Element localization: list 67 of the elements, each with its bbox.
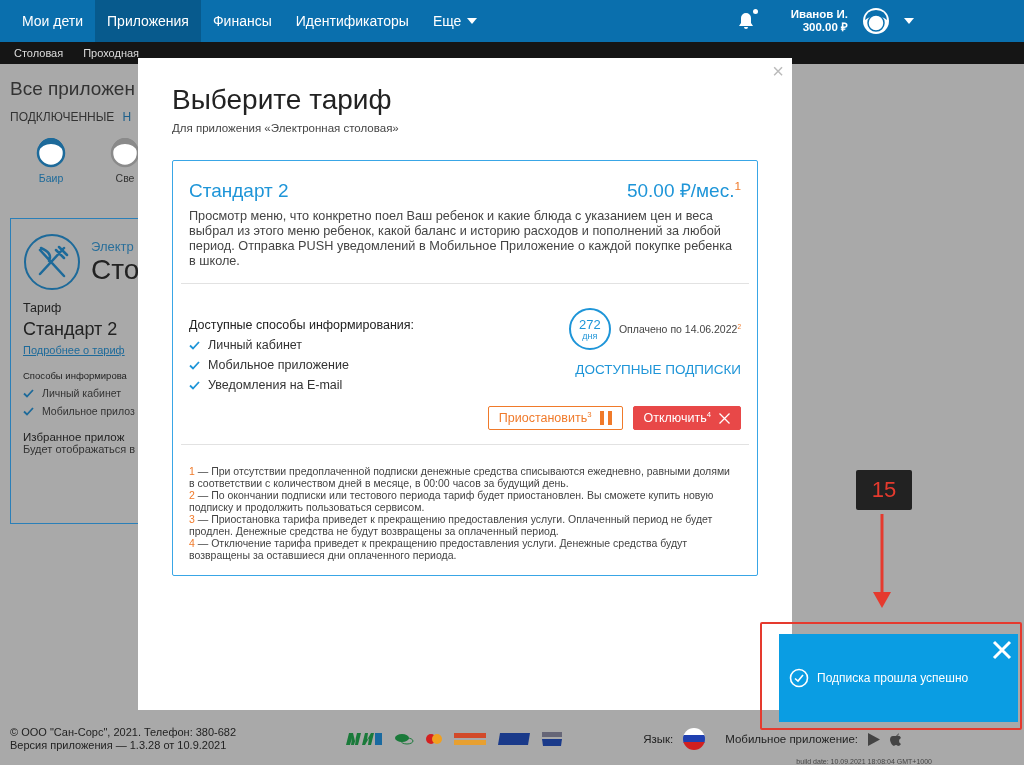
method-text: Мобильное приложение (208, 358, 349, 372)
check-circle-icon (789, 668, 809, 688)
pause-icon (599, 411, 612, 425)
method-text: Мобильное прилоз (42, 405, 135, 417)
language-label: Язык: (643, 733, 674, 745)
flag-icon[interactable] (683, 728, 706, 750)
card-logo-icon (426, 734, 442, 744)
dialog-title: Выберите тариф (172, 84, 393, 116)
nav-tab[interactable]: Приложения (95, 0, 201, 42)
subnav-link[interactable]: Столовая (4, 47, 74, 59)
nav-tab[interactable]: Еще (420, 0, 490, 42)
close-button[interactable] (992, 640, 1012, 660)
close-icon (719, 412, 730, 424)
footnote: 2 — По окончании подписки или тестового периода тариф будет приостановлен. Вы сможете купить новую подписку и продолжить пользоваться сервисом. (189, 489, 715, 513)
caret-icon (467, 18, 478, 24)
card-logo-icon (542, 732, 562, 746)
filter-tab[interactable]: ПОДКЛЮЧЕННЫЕ (10, 110, 115, 124)
footnote: 1 — При отсутствии предоплаченной подписки денежные средства списываются ежедневно, равными долями в соответствии с количеством дней в месяце, в 00:00 часов за будущий день. (189, 465, 731, 489)
cutlery-icon (23, 233, 81, 291)
user-info[interactable]: Иванов И. 300.00 ₽ (790, 8, 848, 34)
page-title: Все приложен (10, 78, 135, 100)
disable-button[interactable]: Отключить$^{4}$ (632, 406, 741, 430)
check-icon (23, 388, 34, 398)
footnote: 4 — Отключение тарифа приведет к прекращению предоставления услуги. Денежные средства будут возвращены за оставшиеся дни оплаченного периода. (189, 537, 689, 561)
method-text: Уведомления на E-mail (208, 378, 343, 392)
card-logo-icon (346, 733, 382, 745)
nav-tab[interactable]: Идентификаторы (283, 0, 421, 42)
card-logo-icon (454, 733, 486, 745)
subscriptions-link[interactable]: ДОСТУПНЫЕ ПОДПИСКИ (575, 362, 741, 377)
pause-button[interactable]: Приостановить$^{3}$ (487, 406, 623, 430)
methods-label: Способы информирова (23, 370, 128, 381)
apple-icon[interactable] (890, 732, 902, 746)
version-text: Версия приложения — 1.3.28 от 10.9.2021 (10, 739, 228, 752)
dialog-subtitle: Для приложения «Электронная столовая» (172, 122, 400, 134)
check-icon (189, 340, 200, 350)
tariff-description: Просмотр меню, что конкретно поел Ваш ребенок и какие блюда с указанием цен и веса выбрал из этого меню ребенок, какой баланс и историю расходов и пополнений за любой период. Отправка PUSH уведомлений в Мобильное Приложение о каждой покупке ребенка в школе. (189, 209, 734, 269)
play-store-icon[interactable] (868, 732, 880, 746)
tariff-label: Тариф (23, 301, 63, 315)
days-counter: 272 дня (568, 308, 611, 350)
check-icon (189, 380, 200, 390)
app-category: Электр (91, 238, 135, 254)
user-avatar-icon[interactable] (862, 7, 890, 35)
nav-tab[interactable]: Мои дети (10, 0, 96, 42)
card-logo-icon (498, 733, 530, 745)
app-name: Сто (91, 253, 140, 286)
paid-until: Оплачено по 14.06.2022$^{2}$ (618, 323, 741, 335)
favorite-title: Избранное прилож (23, 431, 125, 443)
toast-message: Подписка прошла успешно (817, 671, 969, 685)
methods-title: Доступные способы информирования: (189, 318, 415, 332)
favorite-note: Будет отображаться в (23, 443, 137, 455)
check-icon (189, 360, 200, 370)
check-icon (23, 406, 34, 416)
method-text: Личный кабинет (208, 338, 303, 352)
annotation-badge: 15 (856, 470, 912, 510)
footnote: 3 — Приостановка тарифа приведет к прекращению предоставления услуги. Оплаченный период не будет продлен. Денежные средства не будут возвращены за оплаченный период. (189, 513, 714, 537)
subnav-link[interactable]: Проходная (73, 47, 150, 59)
child-name[interactable]: Све (115, 172, 135, 184)
nav-tab[interactable]: Финансы (200, 0, 284, 42)
copyright-text: © ООО "Сан-Сорс", 2021. Телефон: 380-682 (10, 726, 238, 739)
mobile-app-label: Мобильное приложение: (725, 733, 858, 745)
filter-tab[interactable]: Н (122, 110, 132, 124)
card-logo-icon (394, 733, 414, 745)
tariff-name: Стандарт 2 (189, 180, 289, 202)
method-text: Личный кабинет (42, 387, 121, 399)
tariff-price: 50.00 ₽/мес.$^{1}$ (626, 177, 741, 203)
caret-icon[interactable] (904, 18, 914, 24)
bell-icon[interactable] (736, 11, 755, 31)
